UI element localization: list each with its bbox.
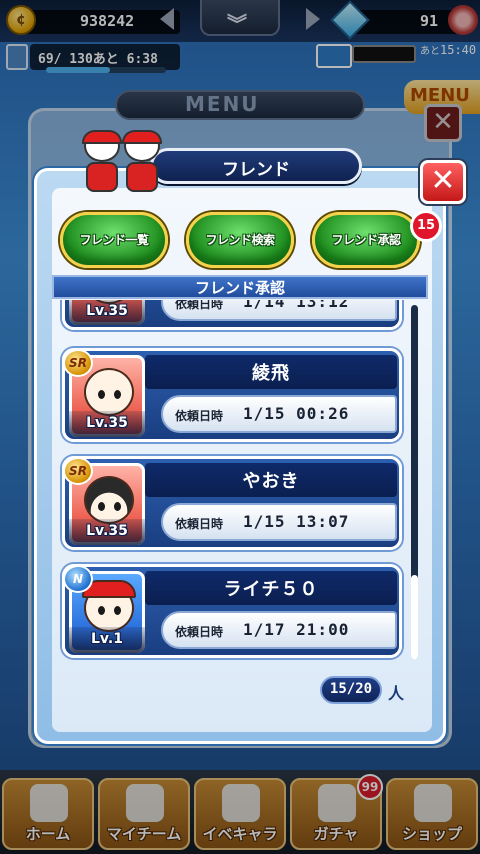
- request-date-label: 依頼日時: [175, 517, 224, 531]
- friend-request-card[interactable]: 綾飛 依頼日時 1/15 00:26 SR Lv.35: [62, 348, 402, 442]
- list-scrollbar[interactable]: [411, 305, 418, 660]
- friend-count: 15/20: [329, 681, 373, 697]
- rarity-badge: SR: [63, 457, 93, 485]
- mascot-cap: [122, 130, 162, 144]
- close-button[interactable]: ✕: [420, 160, 466, 204]
- rarity-badge: SR: [63, 349, 93, 377]
- friend-level: Lv.35: [86, 415, 128, 431]
- tab-friend-approval-label: フレンド承認: [331, 233, 401, 247]
- mascot-body: [126, 162, 158, 192]
- request-date-label: 依頼日時: [175, 409, 224, 423]
- friend-request-card[interactable]: やおき 依頼日時 1/15 13:07 SR Lv.35: [62, 456, 402, 550]
- friend-level: Lv.35: [86, 523, 128, 539]
- mascot-left: [80, 130, 124, 196]
- avatar-eye: [98, 390, 105, 399]
- tab-friend-approval[interactable]: フレンド承認: [312, 212, 420, 268]
- list-scrollbar-thumb[interactable]: [411, 575, 418, 660]
- friend-level: Lv.1: [91, 631, 123, 647]
- friend-count-unit: 人: [388, 684, 405, 703]
- tab-friend-search[interactable]: フレンド検索: [186, 212, 294, 268]
- section-title: フレンド承認: [194, 279, 285, 297]
- avatar-eye: [114, 390, 121, 399]
- avatar-eye: [98, 606, 105, 615]
- mascot-characters: [80, 130, 170, 200]
- avatar-face: [84, 476, 134, 524]
- request-date-value: 1/15 13:07: [243, 512, 350, 531]
- mascot-cap: [82, 130, 122, 144]
- friend-name: 綾飛: [252, 363, 290, 384]
- friend-name: ライチ５０: [223, 579, 319, 600]
- approval-count-badge: 15: [410, 210, 442, 242]
- avatar-eye: [98, 502, 105, 511]
- friend-level: Lv.35: [86, 303, 128, 319]
- request-date-label: 依頼日時: [175, 300, 224, 311]
- request-date-value: 1/14 13:12: [243, 300, 350, 311]
- friend-request-list[interactable]: 依頼日時 1/14 13:12 Lv.35 綾飛 依頼日時 1/15 00:26…: [60, 300, 404, 662]
- mascot-body: [86, 162, 118, 192]
- rarity-badge: N: [63, 565, 93, 593]
- tab-friend-list[interactable]: フレンド一覧: [60, 212, 168, 268]
- avatar-eye: [114, 606, 121, 615]
- friend-request-card[interactable]: 依頼日時 1/14 13:12 Lv.35: [62, 300, 402, 330]
- avatar-face: [84, 368, 134, 416]
- request-date-label: 依頼日時: [175, 625, 224, 639]
- request-date-value: 1/15 00:26: [243, 404, 350, 423]
- friend-request-card[interactable]: ライチ５０ 依頼日時 1/17 21:00 N Lv.1: [62, 564, 402, 658]
- dialog-title: フレンド: [222, 160, 290, 180]
- request-date-value: 1/17 21:00: [243, 620, 350, 639]
- friend-name: やおき: [242, 471, 300, 492]
- tab-friend-search-label: フレンド検索: [205, 233, 275, 247]
- avatar-eye: [114, 502, 121, 511]
- mascot-right: [120, 130, 164, 196]
- tab-friend-list-label: フレンド一覧: [79, 233, 149, 247]
